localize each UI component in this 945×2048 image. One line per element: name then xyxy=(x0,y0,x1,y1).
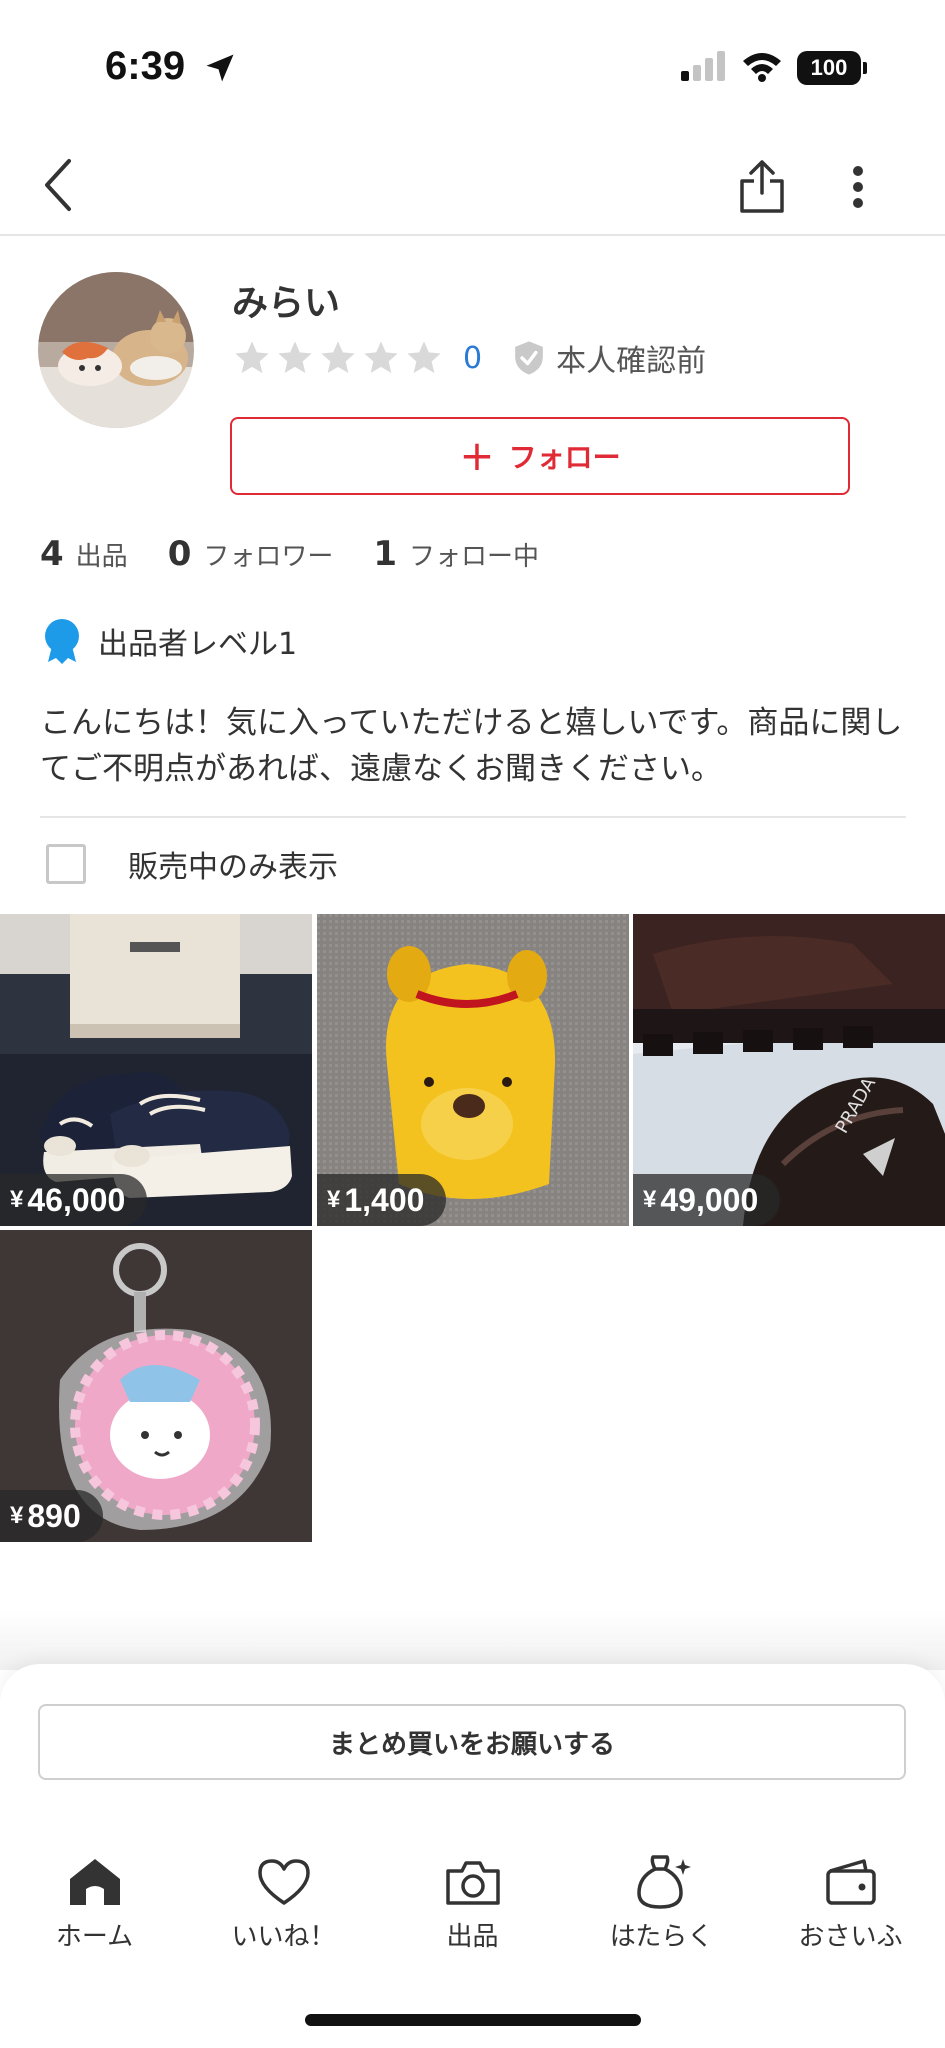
back-button[interactable] xyxy=(28,150,88,220)
status-indicators: 100 xyxy=(681,50,867,86)
item-price: ¥ 890 xyxy=(0,1490,103,1542)
more-button[interactable] xyxy=(836,150,880,224)
tab-label: おさいふ xyxy=(798,1922,903,1952)
stat-followers[interactable]: 0 フォロワー xyxy=(168,534,334,574)
tab-sell[interactable]: 出品 xyxy=(378,1854,567,1974)
camera-icon xyxy=(443,1854,503,1910)
more-vertical-icon xyxy=(853,166,863,208)
stat-following[interactable]: 1 フォロー中 xyxy=(373,534,539,574)
item-price: ¥ 49,000 xyxy=(633,1174,781,1226)
tab-label: はたらく xyxy=(609,1922,714,1952)
star-icon xyxy=(235,341,269,373)
verification-status: 本人確認前 xyxy=(556,344,707,379)
follow-label: フォロー xyxy=(508,441,621,474)
stat-label: フォロー中 xyxy=(409,542,540,572)
yen-symbol: ¥ xyxy=(10,1186,24,1213)
item-price: ¥ 1,400 xyxy=(317,1174,447,1226)
chevron-left-icon xyxy=(45,159,71,211)
home-icon xyxy=(65,1854,125,1910)
star-icon xyxy=(278,341,312,373)
share-icon xyxy=(740,160,784,213)
on-sale-checkbox[interactable] xyxy=(46,844,86,884)
profile-bio: こんにちは！気に入っていただけると嬉しいです。商品に関してご不明点があれば、遠慮… xyxy=(40,705,903,787)
header xyxy=(0,140,945,236)
tab-label: ホーム xyxy=(55,1922,134,1952)
follow-button[interactable]: + フォロー xyxy=(230,417,850,495)
signal-icon xyxy=(681,51,727,85)
rating-count[interactable]: 0 xyxy=(463,341,482,376)
price-value: 890 xyxy=(27,1497,81,1534)
item-card[interactable]: ¥ 890 xyxy=(0,1230,312,1542)
stat-label: フォロワー xyxy=(203,542,334,572)
status-bar: 6:39 100 xyxy=(0,0,945,140)
tab-likes[interactable]: いいね！ xyxy=(189,1854,378,1974)
home-indicator xyxy=(305,2014,641,2026)
plus-icon: + xyxy=(459,431,495,480)
tab-wallet[interactable]: おさいふ xyxy=(756,1854,945,1974)
stat-number: 0 xyxy=(167,534,192,574)
item-card[interactable]: ¥ 46,000 xyxy=(0,914,312,1226)
tab-home[interactable]: ホーム xyxy=(0,1854,189,1974)
item-card[interactable]: PRADA ¥ 49,000 xyxy=(633,914,945,1226)
stat-listings[interactable]: 4 出品 xyxy=(40,534,128,574)
price-value: 1,400 xyxy=(344,1181,425,1218)
share-button[interactable] xyxy=(730,150,794,224)
bottom-sheet: まとめ買いをお願いする ホーム いいね！ 出品 はたらく おさいふ xyxy=(0,1664,945,2048)
item-price: ¥ 46,000 xyxy=(0,1174,148,1226)
bundle-request-button[interactable]: まとめ買いをお願いする xyxy=(38,1704,906,1780)
status-time: 6:39 xyxy=(105,44,186,88)
wifi-icon xyxy=(741,50,783,86)
yen-symbol: ¥ xyxy=(327,1186,341,1213)
star-icon xyxy=(407,341,441,373)
yen-symbol: ¥ xyxy=(643,1186,657,1213)
seller-level[interactable]: 出品者レベル1 xyxy=(42,618,297,664)
tab-bar: ホーム いいね！ 出品 はたらく おさいふ xyxy=(0,1854,945,1974)
stat-label: 出品 xyxy=(75,542,128,572)
location-arrow-icon xyxy=(202,50,238,90)
divider xyxy=(40,816,906,818)
item-card[interactable]: ¥ 1,400 xyxy=(317,914,629,1226)
profile-stats: 4 出品 0 フォロワー 1 フォロー中 xyxy=(40,534,579,574)
badge-ribbon-icon xyxy=(45,619,79,664)
seller-level-label: 出品者レベル1 xyxy=(98,627,298,662)
price-value: 46,000 xyxy=(27,1181,126,1218)
stat-number: 1 xyxy=(373,534,398,574)
on-sale-filter-label: 販売中のみ表示 xyxy=(128,850,338,885)
wallet-icon xyxy=(821,1854,881,1910)
star-icon xyxy=(321,341,355,373)
yen-symbol: ¥ xyxy=(10,1502,24,1529)
user-name: みらい xyxy=(232,283,341,324)
battery-icon: 100 xyxy=(797,51,867,85)
stat-number: 4 xyxy=(40,534,64,574)
tab-work[interactable]: はたらく xyxy=(567,1854,756,1974)
sheet-shadow xyxy=(0,1610,945,1670)
tab-label: いいね！ xyxy=(231,1922,336,1952)
avatar[interactable] xyxy=(38,272,194,428)
tab-label: 出品 xyxy=(446,1922,499,1952)
money-bag-icon xyxy=(632,1854,692,1910)
heart-icon xyxy=(254,1854,314,1910)
rating[interactable]: 0 本人確認前 xyxy=(232,336,706,380)
price-value: 49,000 xyxy=(660,1181,759,1218)
on-sale-filter[interactable]: 販売中のみ表示 xyxy=(46,842,338,886)
star-icon xyxy=(364,341,398,373)
shield-check-icon xyxy=(515,341,543,375)
battery-level: 100 xyxy=(797,51,861,85)
